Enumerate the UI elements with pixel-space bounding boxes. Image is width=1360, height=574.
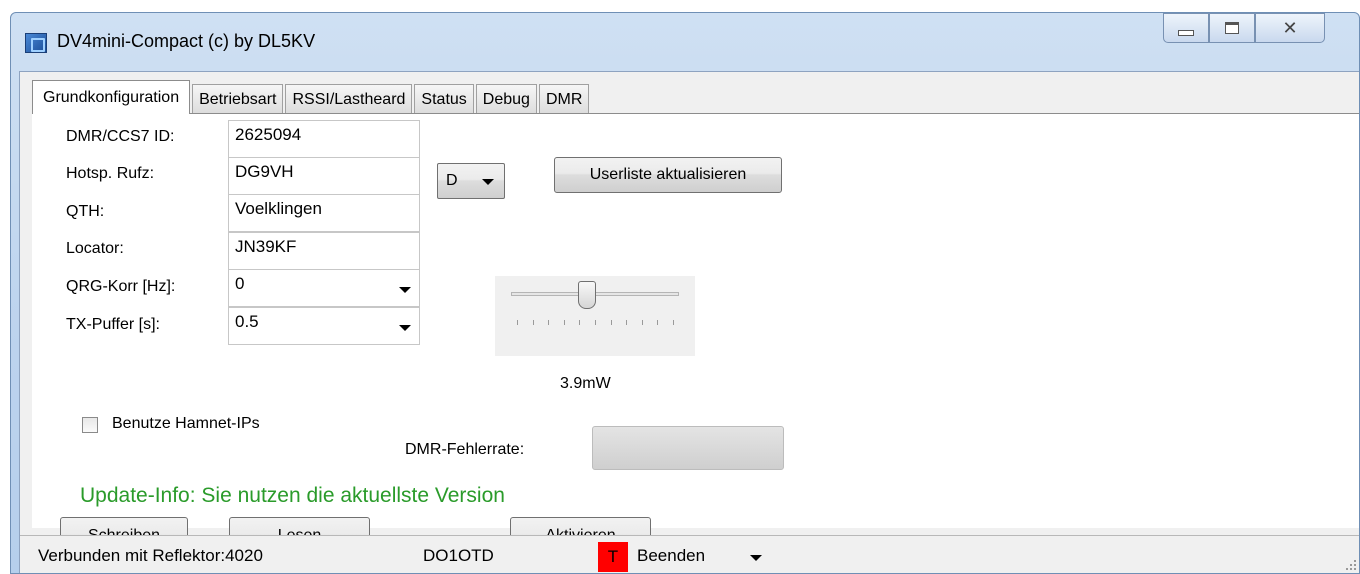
qrg-combobox[interactable]: 0	[228, 269, 420, 307]
maximize-icon	[1225, 22, 1239, 34]
tab-betriebsart[interactable]: Betriebsart	[192, 84, 284, 114]
callsign-field[interactable]: DG9VH	[228, 157, 420, 195]
slider-tick	[579, 320, 581, 325]
transmit-badge: T	[598, 542, 628, 572]
user-callsign: DO1OTD	[423, 546, 494, 565]
slider-tick	[595, 320, 596, 325]
app-window: DV4mini-Compact (c) by DL5KV ✕ Grundkonf…	[10, 12, 1360, 574]
qrg-label: QRG-Korr [Hz]:	[66, 278, 176, 295]
tab-grundkonfiguration[interactable]: Grundkonfiguration	[32, 80, 191, 114]
resize-grip-icon[interactable]	[1342, 556, 1356, 570]
power-slider-thumb[interactable]	[577, 281, 596, 309]
chevron-down-icon	[482, 179, 494, 185]
userlist-update-button[interactable]: Userliste aktualisieren	[554, 157, 782, 193]
qth-label: QTH:	[66, 203, 105, 220]
tab-panel-grundkonfiguration: DMR/CCS7 ID: 2625094 Hotsp. Rufz: DG9VH …	[32, 113, 1359, 555]
power-value-label: 3.9mW	[560, 375, 611, 392]
chevron-down-icon	[399, 325, 411, 331]
minimize-button[interactable]	[1163, 13, 1209, 43]
locator-label: Locator:	[66, 240, 124, 257]
tab-debug[interactable]: Debug	[475, 84, 537, 114]
slider-tick	[641, 320, 643, 325]
tab-rssi-lastheard[interactable]: RSSI/Lastheard	[285, 84, 413, 114]
slider-tick	[673, 320, 674, 325]
close-button[interactable]: ✕	[1255, 13, 1325, 43]
minimize-icon	[1178, 30, 1194, 36]
callsign-suffix-dropdown[interactable]: D	[437, 163, 505, 199]
slider-tick	[532, 320, 534, 325]
chevron-down-icon	[399, 287, 411, 293]
txbuf-combobox[interactable]: 0.5	[228, 307, 420, 345]
update-info: Update-Info: Sie nutzen die aktuellste V…	[80, 484, 505, 507]
txbuf-label: TX-Puffer [s]:	[66, 316, 160, 333]
window-title: DV4mini-Compact (c) by DL5KV	[57, 31, 316, 51]
close-icon: ✕	[1282, 17, 1298, 38]
slider-tick	[610, 320, 612, 325]
connection-status: Verbunden mit Reflektor:4020	[38, 546, 263, 565]
slider-tick	[626, 320, 628, 325]
title-bar[interactable]: DV4mini-Compact (c) by DL5KV ✕	[11, 13, 1359, 69]
tab-dmr[interactable]: DMR	[538, 84, 590, 114]
slider-tick	[548, 320, 550, 325]
dmr-error-label: DMR-Fehlerrate:	[405, 441, 525, 458]
locator-field[interactable]: JN39KF	[228, 232, 420, 270]
tab-strip: Grundkonfiguration Betriebsart RSSI/Last…	[32, 80, 591, 114]
chevron-down-icon[interactable]	[750, 555, 762, 561]
client-area: Grundkonfiguration Betriebsart RSSI/Last…	[19, 71, 1359, 573]
hamnet-label: Benutze Hamnet-IPs	[112, 415, 260, 432]
slider-tick	[657, 320, 659, 325]
qrg-value: 0	[235, 274, 245, 293]
dmr-error-progress	[592, 426, 784, 470]
slider-tick	[517, 320, 518, 325]
maximize-button[interactable]	[1209, 13, 1255, 43]
dmr-id-label: DMR/CCS7 ID:	[66, 128, 175, 145]
app-icon	[25, 33, 47, 53]
txbuf-value: 0.5	[235, 312, 259, 331]
exit-dropdown[interactable]: Beenden	[637, 546, 705, 566]
power-slider[interactable]	[495, 276, 695, 356]
callsign-label: Hotsp. Rufz:	[66, 165, 155, 182]
callsign-suffix-value: D	[446, 172, 458, 189]
qth-field[interactable]: Voelklingen	[228, 194, 420, 232]
slider-tick	[563, 320, 565, 325]
status-bar: Verbunden mit Reflektor:4020 DO1OTD T Be…	[20, 535, 1359, 573]
hamnet-checkbox[interactable]	[82, 417, 98, 433]
tab-status[interactable]: Status	[414, 84, 474, 114]
dmr-id-field[interactable]: 2625094	[228, 120, 420, 158]
